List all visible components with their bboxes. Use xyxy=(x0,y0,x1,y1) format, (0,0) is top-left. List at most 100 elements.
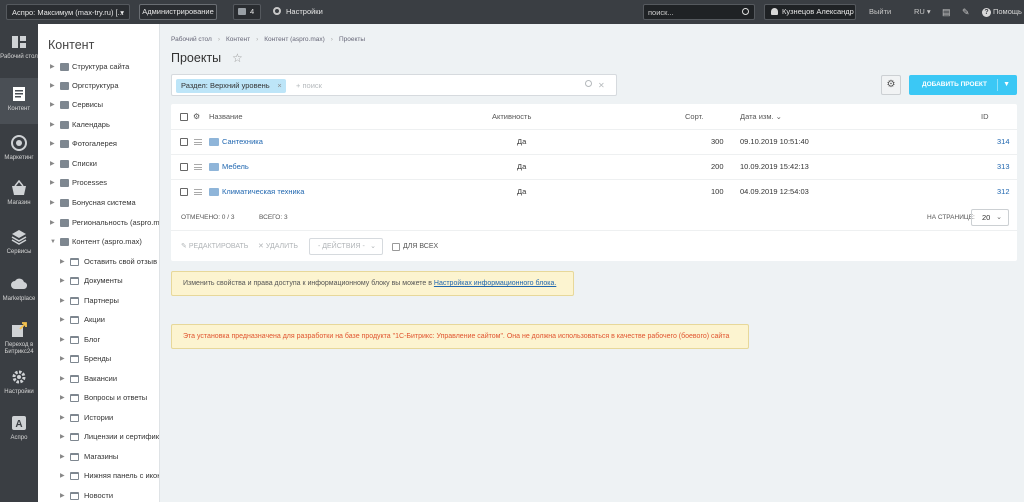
menu-content[interactable]: Контент xyxy=(0,78,38,124)
row-id[interactable]: 312 xyxy=(997,180,1010,204)
menu-marketplace[interactable]: Marketplace xyxy=(0,268,38,314)
row-name-link[interactable]: Климатическая техника xyxy=(222,180,304,204)
row-name-link[interactable]: Сантехника xyxy=(222,130,263,154)
actions-select[interactable]: - ДЕЙСТВИЯ - ⌄ xyxy=(309,238,383,255)
menu-item-label: Контент (aspro.max) xyxy=(72,237,142,246)
menu-item[interactable]: ▶ Оргструктура xyxy=(38,77,159,95)
settings-label: Настройки xyxy=(286,7,323,16)
menu-item[interactable]: ▶ Бонусная система xyxy=(38,194,159,212)
menu-item[interactable]: ▶ Списки xyxy=(38,155,159,173)
row-checkbox[interactable] xyxy=(180,138,188,146)
menu-subitem[interactable]: ▶ Бренды xyxy=(38,350,159,368)
add-project-button[interactable]: ДОБАВИТЬ ПРОЕКТ ▼ xyxy=(909,75,1017,95)
menu-item[interactable]: ▶ Календарь xyxy=(38,116,159,134)
menu-services[interactable]: Сервисы xyxy=(0,221,38,267)
edit-button[interactable]: ✎ РЕДАКТИРОВАТЬ xyxy=(181,241,248,253)
filter-chip[interactable]: Раздел: Верхний уровень × xyxy=(176,79,286,93)
menu-settings[interactable]: Настройки xyxy=(0,361,38,407)
row-id[interactable]: 313 xyxy=(997,155,1010,179)
chevron-down-icon[interactable]: ▼ xyxy=(1003,75,1010,95)
star-icon[interactable]: ☆ xyxy=(232,51,243,65)
menu-subitem[interactable]: ▶ Оставить свой отзыв xyxy=(38,253,159,271)
iblock-icon xyxy=(70,394,79,402)
menu-subitem[interactable]: ▶ Документы xyxy=(38,272,159,290)
logout-link[interactable]: Выйти xyxy=(869,4,891,20)
grid-footer: ОТМЕЧЕНО: 0 / 3 ВСЕГО: 3 НА СТРАНИЦЕ: 20… xyxy=(171,206,1017,230)
breadcrumb-separator: › xyxy=(217,36,220,43)
pin-icon[interactable]: ✎ xyxy=(962,4,970,20)
menu-subitem[interactable]: ▶ Вакансии xyxy=(38,370,159,388)
column-header-active[interactable]: Активность xyxy=(492,104,531,130)
column-header-id[interactable]: ID xyxy=(981,104,989,130)
menu-aspro[interactable]: A Аспро xyxy=(0,407,38,453)
chevron-right-icon: ▶ xyxy=(50,64,55,70)
menu-desktop[interactable]: Рабочий стол xyxy=(0,26,38,72)
folder-icon xyxy=(60,63,69,71)
breadcrumb-item[interactable]: Рабочий стол xyxy=(171,36,212,43)
table-row[interactable]: Сантехника Да 300 09.10.2019 10:51:40 31… xyxy=(171,129,1017,154)
menu-item[interactable]: ▶ Фотогалерея xyxy=(38,135,159,153)
iblock-settings-link[interactable]: Настройках информационного блока. xyxy=(434,280,556,287)
menu-item-label: Processes xyxy=(72,178,108,187)
menu-item[interactable]: ▶ Структура сайта xyxy=(38,58,159,76)
menu-item[interactable]: ▶ Processes xyxy=(38,174,159,192)
administration-button[interactable]: Администрирование xyxy=(139,4,217,20)
menu-subitem[interactable]: ▶ Вопросы и ответы xyxy=(38,389,159,407)
menu-subitem[interactable]: ▶ Нижняя панель с иконками xyxy=(38,467,159,485)
menu-item[interactable]: ▼ Контент (aspro.max) xyxy=(38,233,159,251)
chevron-right-icon: ▶ xyxy=(60,395,65,401)
row-menu-icon[interactable] xyxy=(194,189,202,195)
table-row[interactable]: Мебель Да 200 10.09.2019 15:42:13 313 xyxy=(171,154,1017,179)
grid-icon[interactable]: ▤ xyxy=(942,4,951,20)
row-menu-icon[interactable] xyxy=(194,164,202,170)
menu-marketing[interactable]: Маркетинг xyxy=(0,127,38,173)
close-icon[interactable]: × xyxy=(277,79,281,93)
column-header-sort[interactable]: Сорт. xyxy=(685,104,703,130)
help-link[interactable]: ? Помощь xyxy=(982,4,1022,20)
menu-bitrix24[interactable]: Переход в Битрикс24 xyxy=(0,314,38,360)
iblock-icon xyxy=(70,258,79,266)
search-icon[interactable] xyxy=(585,80,592,87)
clear-icon[interactable]: ✕ xyxy=(598,79,605,93)
menu-subitem[interactable]: ▶ Магазины xyxy=(38,448,159,466)
menu-item[interactable]: ▶ Сервисы xyxy=(38,96,159,114)
delete-button[interactable]: ✕ УДАЛИТЬ xyxy=(258,241,298,253)
select-all-checkbox[interactable] xyxy=(180,113,188,121)
grid-settings-button[interactable]: ⚙ xyxy=(881,75,901,95)
menu-item[interactable]: ▶ Региональность (aspro.max) xyxy=(38,214,159,232)
row-checkbox[interactable] xyxy=(180,188,188,196)
menu-item-label: Фотогалерея xyxy=(72,139,117,148)
sort-desc-icon: ⌄ xyxy=(775,112,782,121)
search-input[interactable]: поиск... xyxy=(643,4,755,20)
breadcrumb-item[interactable]: Контент (aspro.max) xyxy=(264,36,325,43)
aspro-icon: A xyxy=(12,416,26,430)
filter-search-bar[interactable]: Раздел: Верхний уровень × + поиск ✕ xyxy=(171,74,617,96)
menu-shop[interactable]: Магазин xyxy=(0,172,38,218)
row-checkbox[interactable] xyxy=(180,163,188,171)
menu-subitem[interactable]: ▶ Акции xyxy=(38,311,159,329)
language-switch[interactable]: RU ▾ xyxy=(914,4,931,20)
menu-subitem[interactable]: ▶ Партнеры xyxy=(38,292,159,310)
column-header-date[interactable]: Дата изм. ⌄ xyxy=(740,104,782,130)
settings-link[interactable]: Настройки xyxy=(273,4,323,20)
site-selector[interactable]: Аспро: Максимум (max-try.ru) [... ▾ xyxy=(6,4,130,20)
menu-subitem[interactable]: ▶ Новости xyxy=(38,487,159,502)
filter-search-input[interactable]: + поиск xyxy=(296,79,322,93)
per-page-select[interactable]: 20 ⌄ xyxy=(971,209,1009,226)
notifications-button[interactable]: 4 xyxy=(233,4,261,20)
row-menu-icon[interactable] xyxy=(194,139,202,145)
column-header-name[interactable]: Название xyxy=(209,104,243,130)
menu-label: Рабочий стол xyxy=(0,54,38,60)
row-name-link[interactable]: Мебель xyxy=(222,155,249,179)
gear-icon[interactable]: ⚙ xyxy=(193,104,200,130)
for-all-checkbox[interactable] xyxy=(392,243,400,251)
breadcrumb-item[interactable]: Контент xyxy=(226,36,250,43)
menu-subitem[interactable]: ▶ Истории xyxy=(38,409,159,427)
folder-icon xyxy=(209,188,219,196)
folder-icon xyxy=(60,238,69,246)
menu-subitem[interactable]: ▶ Лицензии и сертификаты xyxy=(38,428,159,446)
table-row[interactable]: Климатическая техника Да 100 04.09.2019 … xyxy=(171,179,1017,204)
user-menu-button[interactable]: Кузнецов Александр xyxy=(764,4,856,20)
row-id[interactable]: 314 xyxy=(997,130,1010,154)
menu-subitem[interactable]: ▶ Блог xyxy=(38,331,159,349)
